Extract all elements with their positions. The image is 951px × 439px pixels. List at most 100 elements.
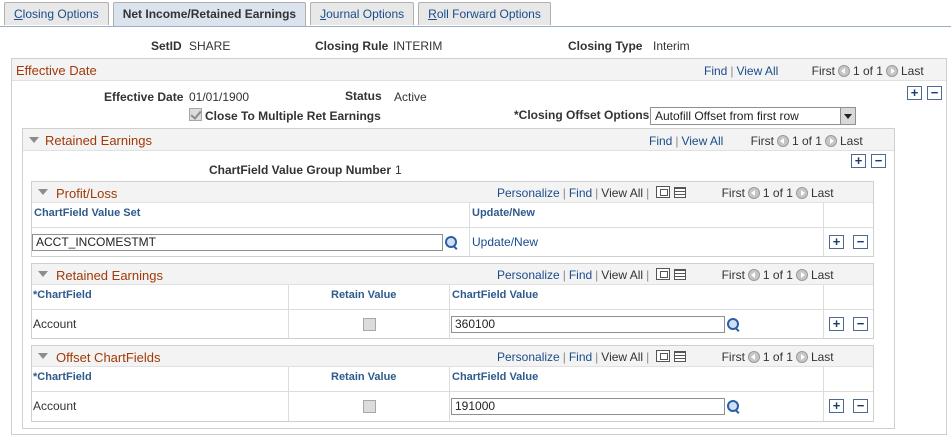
personalize-link[interactable]: Personalize [497, 268, 560, 282]
find-link[interactable]: Find [569, 268, 592, 282]
add-row-button[interactable]: + [829, 235, 844, 249]
view-all-link[interactable]: View All [681, 134, 723, 148]
row-count: 1 of 1 [791, 134, 822, 148]
chartfield-value-input[interactable]: 360100 [451, 316, 725, 333]
view-all-link[interactable]: View All [601, 268, 643, 282]
last-label: Last [900, 64, 924, 78]
closing-rule-label: Closing Rule [315, 39, 389, 53]
retained-earnings-nav: Find | View All First 1 of 1 Last [649, 134, 863, 148]
find-link[interactable]: Find [569, 186, 592, 200]
lookup-icon[interactable] [445, 236, 459, 250]
closing-rule-value: INTERIM [393, 39, 443, 53]
tab-divider [0, 26, 951, 27]
view-all-link[interactable]: View All [601, 186, 643, 200]
tab-net-income-retained-earnings[interactable]: Net Income/Retained Earnings [112, 2, 307, 27]
first-label: First [721, 268, 745, 282]
view-all-link[interactable]: View All [601, 350, 643, 364]
zoom-icon[interactable] [656, 186, 671, 198]
view-all-link[interactable]: View All [736, 64, 778, 78]
personalize-link[interactable]: Personalize [497, 350, 560, 364]
delete-row-button[interactable]: − [853, 399, 868, 413]
col-update-new: Update/New [472, 207, 535, 219]
download-grid-icon[interactable] [674, 187, 687, 198]
retain-value-checkbox[interactable] [363, 400, 376, 413]
previous-icon[interactable] [747, 351, 760, 363]
zoom-icon[interactable] [656, 268, 671, 280]
tab-closing-options[interactable]: Closing Options [4, 2, 109, 25]
download-grid-icon[interactable] [674, 269, 687, 280]
previous-icon[interactable] [837, 65, 850, 77]
first-label: First [811, 64, 835, 78]
status-label: Status [345, 89, 382, 103]
next-icon[interactable] [795, 269, 808, 281]
delete-row-button[interactable]: − [871, 154, 886, 168]
col-chartfield-value: ChartField Value [452, 371, 539, 383]
closing-offset-select[interactable]: Autofill Offset from first row [650, 107, 856, 125]
col-retain-value: Retain Value [331, 289, 397, 301]
first-label: First [721, 186, 745, 200]
next-icon[interactable] [885, 65, 898, 77]
previous-icon[interactable] [747, 187, 760, 199]
delete-row-button[interactable]: − [853, 235, 868, 249]
collapse-icon[interactable] [38, 271, 48, 277]
find-link[interactable]: Find [649, 134, 672, 148]
lookup-icon[interactable] [727, 400, 741, 414]
offset-chartfields-nav: Personalize | Find | View All | First 1 of 1 La… [497, 350, 834, 364]
find-link[interactable]: Find [704, 64, 727, 78]
row-count: 1 of 1 [762, 186, 793, 200]
delete-row-button[interactable]: − [853, 317, 868, 331]
col-chartfield: *ChartField [33, 371, 92, 383]
tab-journal-options[interactable]: Journal Options [310, 2, 415, 25]
close-multiple-checkbox[interactable] [189, 108, 202, 121]
collapse-icon[interactable] [29, 137, 39, 143]
col-chartfield-value: ChartField Value [452, 289, 539, 301]
lookup-icon[interactable] [727, 318, 741, 332]
col-retain-value: Retain Value [331, 371, 397, 383]
group-number-label: ChartField Value Group Number [209, 163, 392, 177]
chartfield-value-set-input[interactable]: ACCT_INCOMESTMT [32, 234, 443, 251]
last-label: Last [810, 268, 834, 282]
delete-row-button[interactable]: − [927, 86, 942, 100]
setid-label: SetID [151, 39, 182, 53]
row-count: 1 of 1 [762, 268, 793, 282]
collapse-icon[interactable] [38, 353, 48, 359]
next-icon[interactable] [824, 135, 837, 147]
tab-bar: Closing Options Net Income/Retained Earn… [4, 2, 555, 27]
setid-value: SHARE [189, 39, 231, 53]
download-grid-icon[interactable] [674, 351, 687, 362]
effective-date-nav: Find | View All First 1 of 1 Last [704, 64, 924, 78]
retained-earnings-grid-title: Retained Earnings [56, 268, 163, 283]
collapse-icon[interactable] [38, 189, 48, 195]
add-row-button[interactable]: + [829, 399, 844, 413]
effective-date-title: Effective Date [16, 63, 97, 78]
chartfield-value: Account [33, 399, 77, 413]
last-label: Last [839, 134, 863, 148]
row-count: 1 of 1 [852, 64, 883, 78]
previous-icon[interactable] [776, 135, 789, 147]
closing-type-label: Closing Type [568, 39, 643, 53]
chartfield-value: Account [33, 317, 77, 331]
chartfield-value-input[interactable]: 191000 [451, 398, 725, 415]
add-row-button[interactable]: + [907, 86, 922, 100]
next-icon[interactable] [795, 187, 808, 199]
retain-value-checkbox[interactable] [363, 318, 376, 331]
col-chartfield: *ChartField [33, 289, 92, 301]
col-chartfield-value-set: ChartField Value Set [34, 207, 141, 219]
profit-loss-title: Profit/Loss [56, 186, 118, 201]
find-link[interactable]: Find [569, 350, 592, 364]
add-row-button[interactable]: + [851, 154, 866, 168]
add-row-button[interactable]: + [829, 317, 844, 331]
first-label: First [721, 350, 745, 364]
tab-roll-forward-options[interactable]: Roll Forward Options [418, 2, 551, 25]
update-new-link[interactable]: Update/New [472, 235, 538, 249]
chevron-down-icon [840, 108, 855, 124]
previous-icon[interactable] [747, 269, 760, 281]
profit-loss-nav: Personalize | Find | View All | First 1 of 1 La… [497, 186, 834, 200]
offset-chartfields-title: Offset ChartFields [56, 350, 161, 365]
effective-date-label: Effective Date [104, 90, 184, 104]
next-icon[interactable] [795, 351, 808, 363]
personalize-link[interactable]: Personalize [497, 186, 560, 200]
zoom-icon[interactable] [656, 350, 671, 362]
status-value: Active [394, 90, 427, 104]
group-number-value: 1 [395, 163, 402, 177]
